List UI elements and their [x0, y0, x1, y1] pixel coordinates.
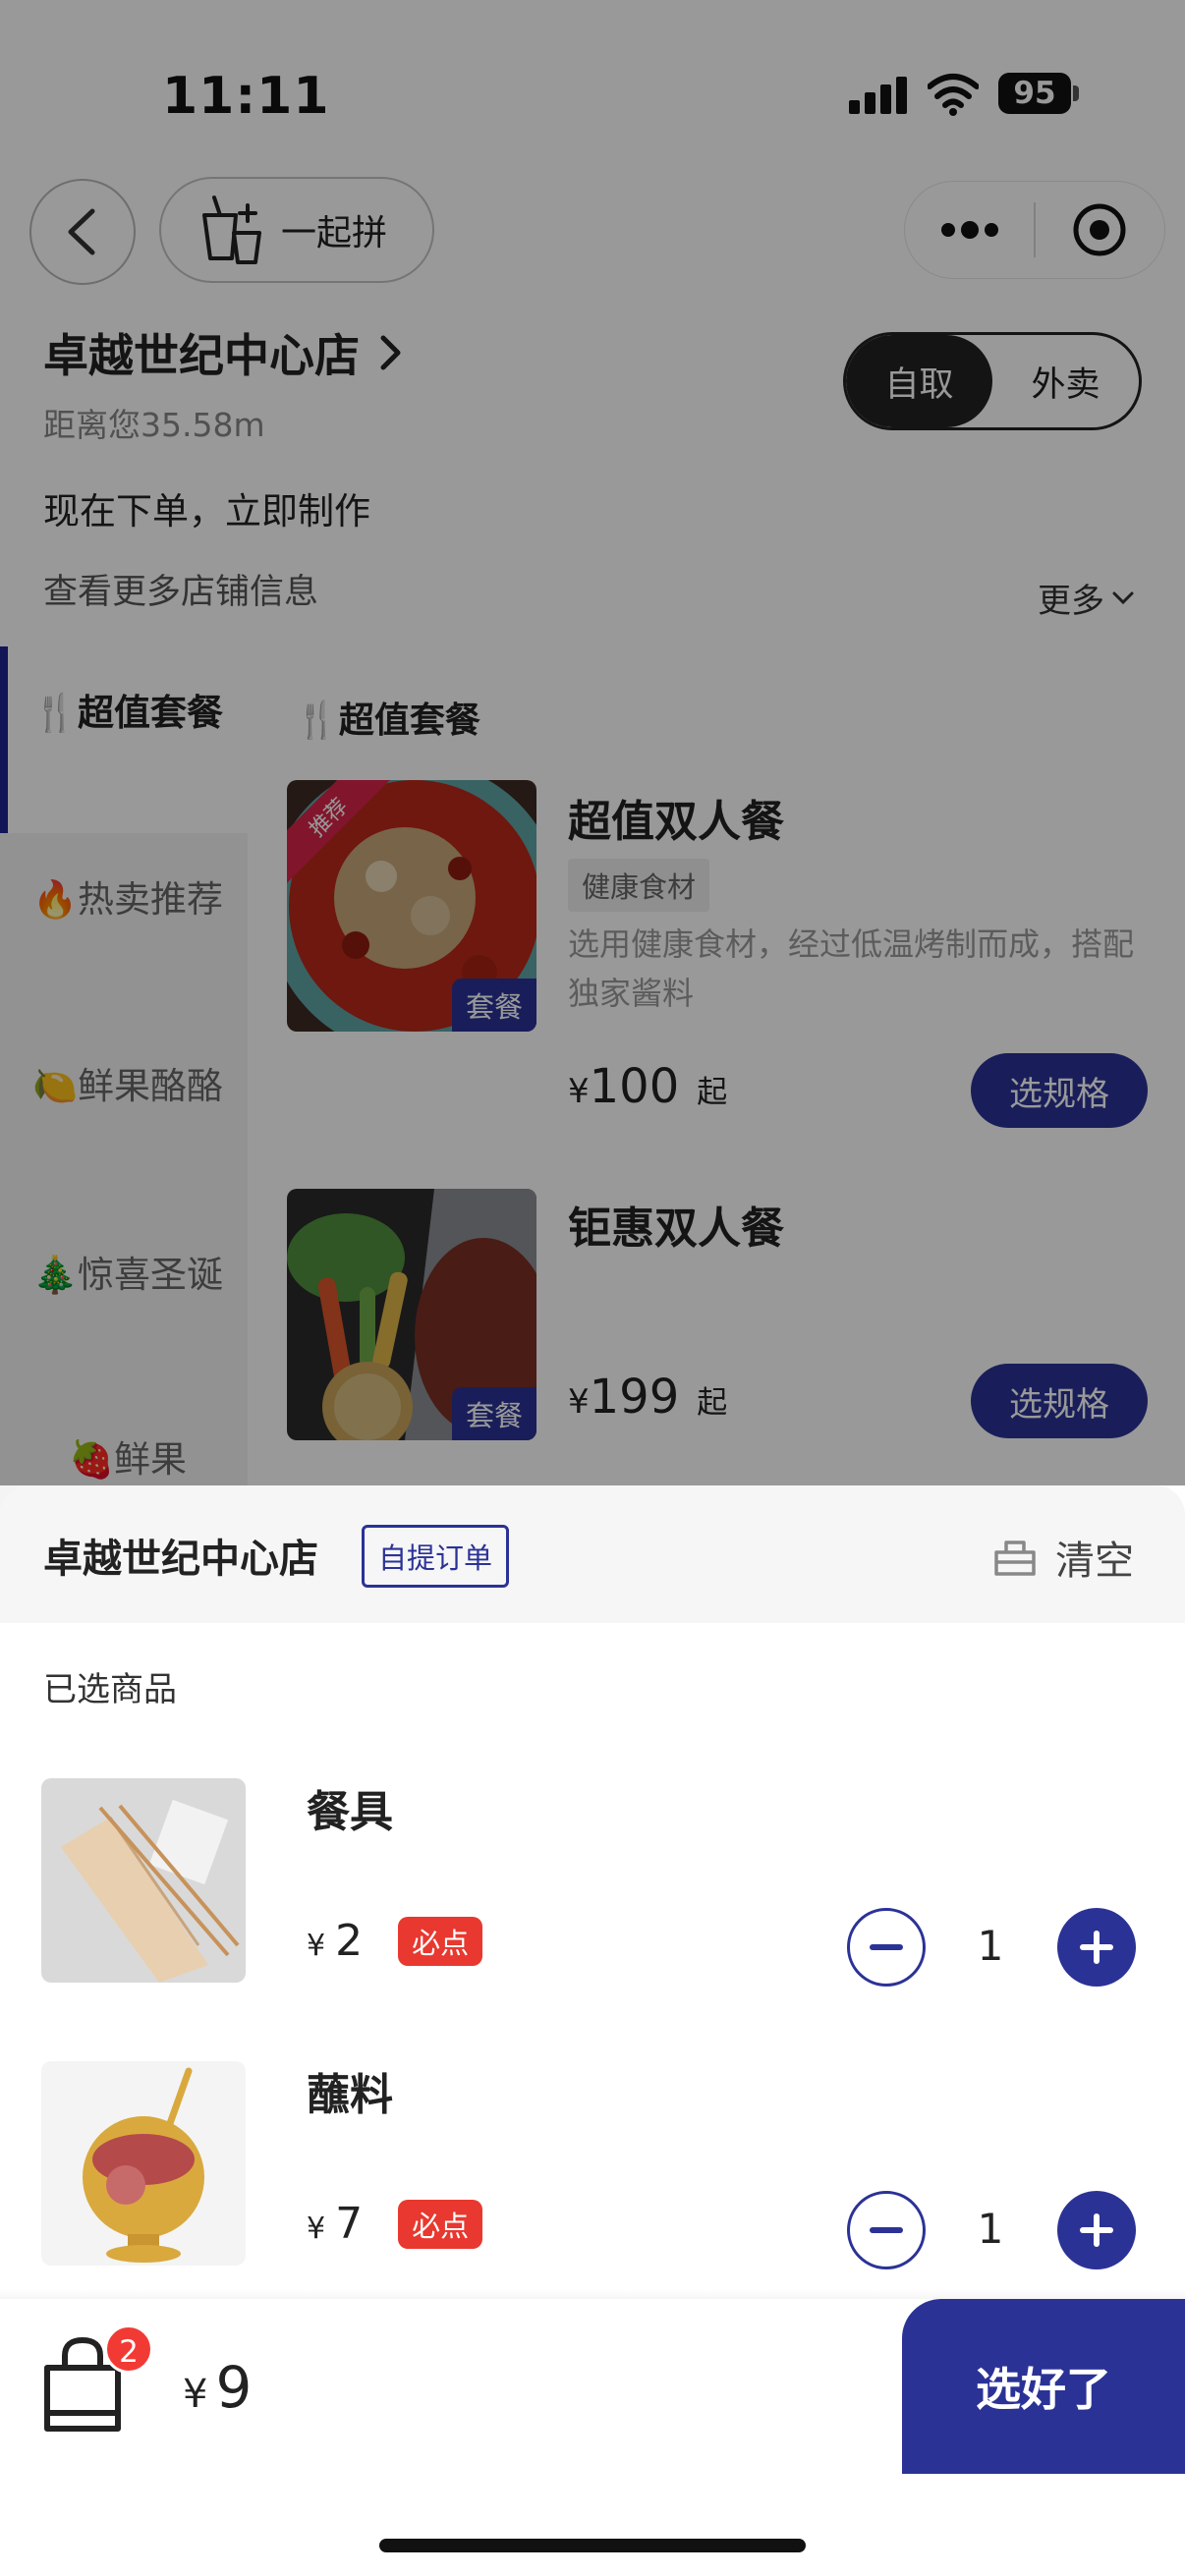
cart-total: ¥ 9 — [183, 2354, 252, 2421]
cutlery-photo — [41, 1778, 246, 1983]
plus-icon — [1080, 1931, 1113, 1964]
increase-quantity-button[interactable] — [1057, 1908, 1136, 1987]
price-value: 2 — [335, 1916, 364, 1966]
home-indicator — [379, 2539, 806, 2552]
cart-item-image — [41, 1778, 246, 1983]
cart-item-price: ¥ 2 必点 — [307, 1916, 483, 1966]
currency-symbol: ¥ — [307, 1929, 326, 1963]
basket-icon — [994, 1540, 1036, 1576]
modal-overlay[interactable] — [0, 0, 1185, 1485]
clear-label: 清空 — [1055, 1539, 1134, 1584]
currency-symbol: ¥ — [307, 2212, 326, 2246]
decrease-quantity-button[interactable] — [847, 2191, 926, 2269]
selected-items-label: 已选商品 — [43, 1670, 177, 1709]
required-badge: 必点 — [398, 2199, 483, 2249]
decrease-quantity-button[interactable] — [847, 1908, 926, 1987]
minus-icon — [870, 2227, 903, 2233]
checkout-button[interactable]: 选好了 — [902, 2299, 1185, 2474]
minus-icon — [870, 1944, 903, 1950]
total-value: 9 — [215, 2354, 253, 2421]
currency-symbol: ¥ — [183, 2372, 208, 2417]
cart-count-badge: 2 — [104, 2324, 153, 2374]
quantity-value: 1 — [977, 1922, 1004, 1970]
cart-item-price: ¥ 7 必点 — [307, 2199, 483, 2249]
required-badge: 必点 — [398, 1916, 483, 1966]
increase-quantity-button[interactable] — [1057, 2191, 1136, 2269]
sauce-bowl-photo — [41, 2061, 246, 2266]
cart-item-name: 餐具 — [307, 1787, 393, 1837]
cart-item-name: 蘸料 — [307, 2070, 393, 2120]
cart-item-image — [41, 2061, 246, 2266]
price-value: 7 — [335, 2199, 364, 2249]
order-type-badge: 自提订单 — [362, 1525, 510, 1588]
plus-icon — [1080, 2213, 1113, 2247]
quantity-value: 1 — [977, 2205, 1004, 2253]
cart-store-name: 卓越世纪中心店 — [43, 1537, 318, 1582]
clear-cart-button[interactable]: 清空 — [992, 1529, 1134, 1586]
